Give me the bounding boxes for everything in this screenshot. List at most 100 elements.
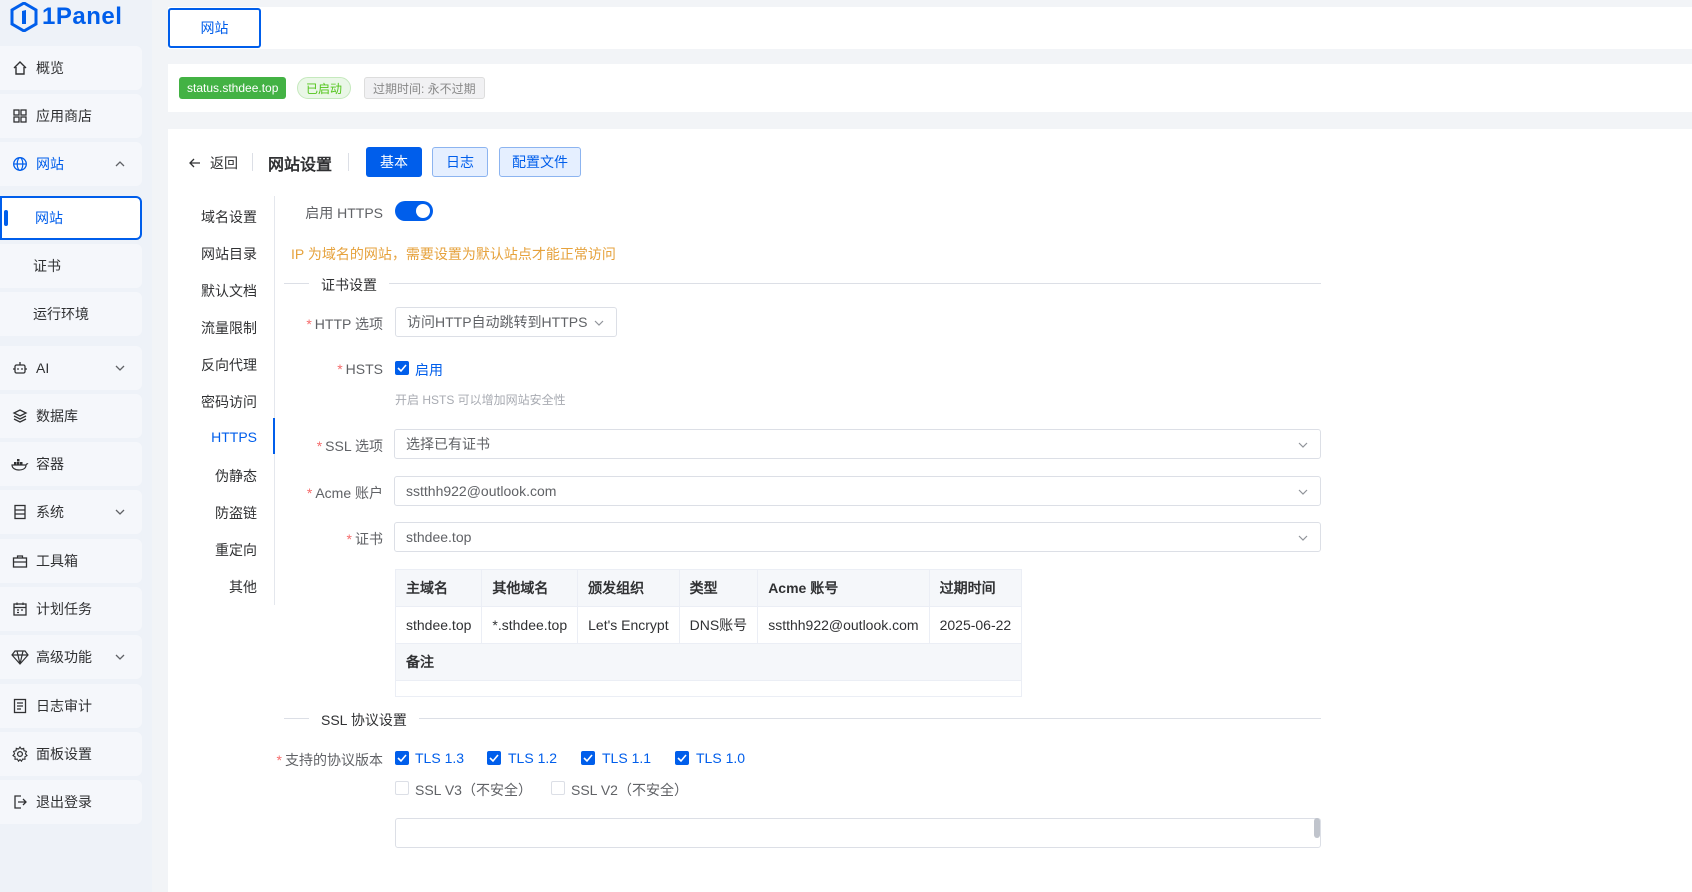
subnav-default-document[interactable]: 默认文档	[201, 281, 257, 301]
sslv3-label[interactable]: SSL V3（不安全）	[415, 780, 532, 800]
tls12-label[interactable]: TLS 1.2	[508, 750, 557, 766]
http-option-select[interactable]: 访问HTTP自动跳转到HTTPS	[395, 307, 617, 337]
sidebar-item-system[interactable]: 系统	[0, 490, 142, 534]
subnav-reverse-proxy[interactable]: 反向代理	[201, 355, 257, 375]
certificate-detail-table: 主域名 其他域名 颁发组织 类型 Acme 账号 过期时间 sthdee.top…	[394, 569, 1023, 697]
subnav-rate-limit[interactable]: 流量限制	[201, 318, 257, 338]
check-icon	[489, 754, 499, 763]
ssl-section-title: SSL 协议设置	[309, 710, 419, 730]
subnav-other[interactable]: 其他	[229, 577, 257, 597]
sidebar-subitem-certificate[interactable]: 证书	[0, 244, 142, 288]
scrollbar-thumb[interactable]	[1314, 818, 1320, 838]
header-divider	[348, 153, 349, 171]
tls10-label[interactable]: TLS 1.0	[696, 750, 745, 766]
calendar-icon	[10, 599, 30, 619]
https-toggle[interactable]	[395, 201, 433, 221]
sidebar-subitem-runtime[interactable]: 运行环境	[0, 292, 142, 336]
sidebar-item-database[interactable]: 数据库	[0, 394, 142, 438]
http-option-value: 访问HTTP自动跳转到HTTPS	[407, 314, 588, 330]
website-status-bar: status.sthdee.top 已启动 过期时间: 永不过期	[168, 64, 1692, 112]
expire-tag: 过期时间: 永不过期	[364, 77, 485, 99]
table-header: 过期时间	[928, 569, 1023, 607]
subnav-hotlink-protection[interactable]: 防盗链	[215, 503, 257, 523]
sslv2-label[interactable]: SSL V2（不安全）	[571, 780, 688, 800]
table-cell: 2025-06-22	[928, 606, 1023, 644]
table-header: 颁发组织	[577, 569, 680, 607]
cert-section-title: 证书设置	[309, 275, 389, 295]
sidebar-item-website[interactable]: 网站	[0, 142, 142, 186]
check-icon	[397, 754, 407, 763]
robot-icon	[10, 358, 30, 378]
chevron-down-icon	[115, 365, 125, 371]
subnav-rewrite[interactable]: 伪静态	[215, 466, 257, 486]
basic-button[interactable]: 基本	[366, 147, 422, 177]
subnav-site-directory[interactable]: 网站目录	[201, 244, 257, 264]
subnav-password-access[interactable]: 密码访问	[201, 392, 257, 412]
hsts-checkbox[interactable]	[395, 361, 409, 375]
subnav-https[interactable]: HTTPS	[211, 429, 257, 445]
hsts-checkbox-label[interactable]: 启用	[415, 360, 443, 380]
acme-account-select[interactable]: sstthh922@outlook.com	[394, 476, 1321, 506]
cert-section-divider	[284, 283, 1321, 284]
chevron-up-icon	[115, 161, 125, 167]
sidebar-subitem-website[interactable]: 网站	[0, 196, 142, 240]
tls11-label[interactable]: TLS 1.1	[602, 750, 651, 766]
ssl-option-value: 选择已有证书	[406, 436, 490, 452]
chevron-down-icon	[594, 320, 604, 326]
sidebar-item-container[interactable]: 容器	[0, 442, 142, 486]
1panel-logo-icon	[10, 2, 38, 32]
subnav-redirect[interactable]: 重定向	[215, 540, 257, 560]
sidebar-subitem-label: 运行环境	[33, 306, 89, 322]
tls10-checkbox[interactable]	[675, 751, 689, 765]
globe-icon	[10, 154, 30, 174]
toggle-knob	[416, 204, 430, 218]
sidebar-item-advanced[interactable]: 高级功能	[0, 635, 142, 679]
sidebar-item-label: 面板设置	[36, 746, 92, 762]
sidebar-subitem-label: 证书	[33, 258, 61, 274]
sidebar-item-cron[interactable]: 计划任务	[0, 587, 142, 631]
settings-subnav: 域名设置 网站目录 默认文档 流量限制 反向代理 密码访问 HTTPS 伪静态 …	[168, 129, 275, 609]
check-icon	[677, 754, 687, 763]
sidebar-item-overview[interactable]: 概览	[0, 46, 142, 90]
app-name: 1Panel	[42, 3, 123, 30]
subnav-domain[interactable]: 域名设置	[201, 207, 257, 227]
certificate-select[interactable]: sthdee.top	[394, 522, 1321, 552]
chevron-down-icon	[1298, 535, 1308, 541]
table-cell: sthdee.top	[394, 606, 483, 644]
remark-header: 备注	[394, 643, 1023, 681]
sslv2-checkbox[interactable]	[551, 781, 565, 795]
app-logo[interactable]: 1Panel	[10, 0, 122, 34]
sidebar-item-app-store[interactable]: 应用商店	[0, 94, 142, 138]
sidebar-subitem-label: 网站	[35, 210, 63, 226]
tls13-label[interactable]: TLS 1.3	[415, 750, 464, 766]
cipher-suite-input[interactable]	[395, 818, 1321, 848]
http-option-label: * HTTP 选项	[306, 316, 383, 332]
sidebar-item-ai[interactable]: AI	[0, 346, 142, 390]
sidebar-item-label: 工具箱	[36, 553, 78, 569]
acme-account-label: * Acme 账户	[306, 485, 383, 501]
tab-website[interactable]: 网站	[168, 8, 261, 48]
check-icon	[397, 364, 407, 373]
ssl-option-label: * SSL 选项	[316, 438, 383, 454]
config-file-button[interactable]: 配置文件	[499, 147, 581, 177]
tls12-checkbox[interactable]	[487, 751, 501, 765]
sidebar-item-audit-log[interactable]: 日志审计	[0, 684, 142, 728]
sidebar-item-label: 数据库	[36, 408, 78, 424]
table-cell: sstthh922@outlook.com	[757, 606, 930, 644]
sslv3-checkbox[interactable]	[395, 781, 409, 795]
tls13-checkbox[interactable]	[395, 751, 409, 765]
sidebar-item-label: 计划任务	[36, 601, 92, 617]
sidebar-item-toolbox[interactable]: 工具箱	[0, 539, 142, 583]
log-button[interactable]: 日志	[432, 147, 488, 177]
certificate-value: sthdee.top	[406, 529, 472, 545]
ssl-option-select[interactable]: 选择已有证书	[394, 429, 1321, 459]
logout-icon	[10, 792, 30, 812]
diamond-icon	[10, 647, 30, 667]
tab-bar: 网站	[168, 7, 1692, 49]
sidebar-item-panel-settings[interactable]: 面板设置	[0, 732, 142, 776]
sidebar-item-label: 网站	[36, 156, 64, 172]
sidebar-item-logout[interactable]: 退出登录	[0, 780, 142, 824]
table-header: 主域名	[394, 569, 483, 607]
tls11-checkbox[interactable]	[581, 751, 595, 765]
certificate-label: * 证书	[346, 531, 383, 547]
